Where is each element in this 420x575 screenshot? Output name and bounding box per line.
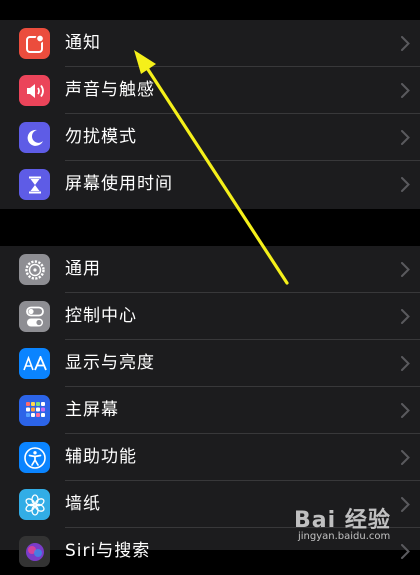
sound-icon xyxy=(19,75,50,106)
chevron-right-icon xyxy=(401,130,410,145)
moon-icon xyxy=(19,122,50,153)
settings-group-1: 通知 声音与触感 勿扰模式 屏幕使用时间 xyxy=(0,20,420,209)
chevron-right-icon xyxy=(401,356,410,371)
text-size-icon xyxy=(19,348,50,379)
settings-row-label: 辅助功能 xyxy=(65,447,137,467)
settings-row-home-screen[interactable]: 主屏幕 xyxy=(0,387,420,434)
chevron-right-icon xyxy=(401,177,410,192)
baidu-jingyan-watermark: Bai 经验 jingyan.baidu.com xyxy=(294,502,412,546)
settings-row-accessibility[interactable]: 辅助功能 xyxy=(0,434,420,481)
settings-row-label: 主屏幕 xyxy=(65,400,119,420)
chevron-right-icon xyxy=(401,450,410,465)
settings-row-label: 屏幕使用时间 xyxy=(65,174,173,194)
settings-row-label: 显示与亮度 xyxy=(65,353,155,373)
home-grid-icon xyxy=(19,395,50,426)
gear-icon xyxy=(19,254,50,285)
settings-row-display-brightness[interactable]: 显示与亮度 xyxy=(0,340,420,387)
chevron-right-icon xyxy=(401,83,410,98)
settings-row-do-not-disturb[interactable]: 勿扰模式 xyxy=(0,114,420,161)
chevron-right-icon xyxy=(401,262,410,277)
settings-row-label: 控制中心 xyxy=(65,306,137,326)
settings-row-label: 声音与触感 xyxy=(65,80,155,100)
accessibility-icon xyxy=(19,442,50,473)
settings-row-label: 通知 xyxy=(65,33,101,53)
chevron-right-icon xyxy=(401,309,410,324)
chevron-right-icon xyxy=(401,36,410,51)
settings-row-notifications[interactable]: 通知 xyxy=(0,20,420,67)
settings-row-label: 墙纸 xyxy=(65,494,101,514)
toggles-icon xyxy=(19,301,50,332)
siri-icon xyxy=(19,536,50,567)
chevron-right-icon xyxy=(401,544,410,559)
notifications-icon xyxy=(19,28,50,59)
settings-row-control-center[interactable]: 控制中心 xyxy=(0,293,420,340)
watermark-url: jingyan.baidu.com xyxy=(298,531,391,542)
hourglass-icon xyxy=(19,169,50,200)
settings-row-general[interactable]: 通用 xyxy=(0,246,420,293)
flower-icon xyxy=(19,489,50,520)
chevron-right-icon xyxy=(401,403,410,418)
settings-row-label: 通用 xyxy=(65,259,101,279)
settings-row-sounds[interactable]: 声音与触感 xyxy=(0,67,420,114)
settings-row-screen-time[interactable]: 屏幕使用时间 xyxy=(0,161,420,208)
settings-row-label: 勿扰模式 xyxy=(65,127,137,147)
watermark-main: Bai 经验 xyxy=(294,508,391,533)
settings-row-label: Siri与搜索 xyxy=(65,541,151,561)
